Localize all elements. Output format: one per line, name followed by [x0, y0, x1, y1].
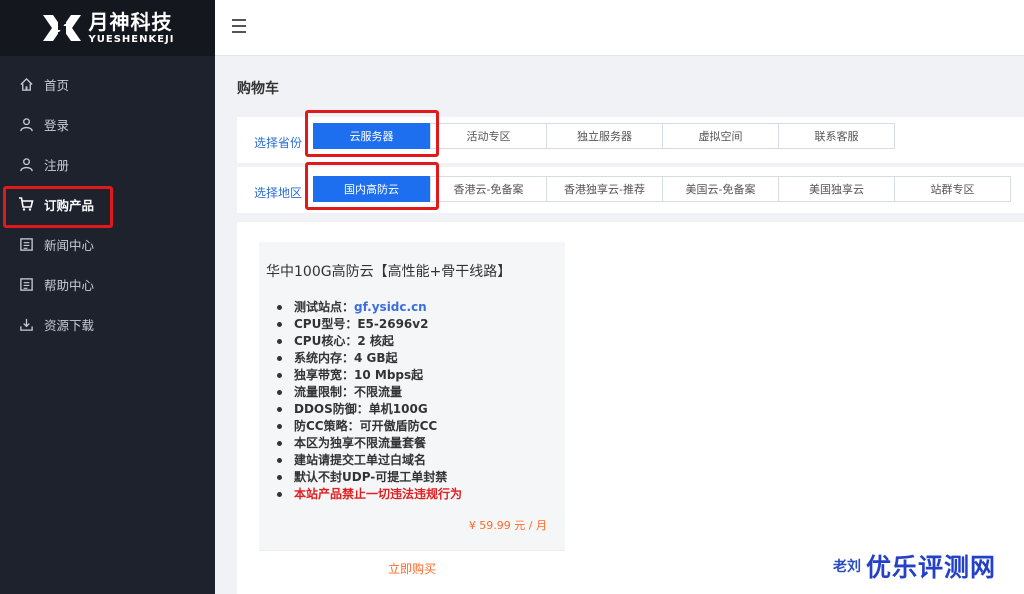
spec-key: 防CC策略：: [294, 419, 360, 433]
page-title: 购物车: [237, 81, 279, 97]
tab-site-cluster[interactable]: 站群专区: [894, 176, 1011, 202]
tab-hk-dedicated-cloud[interactable]: 香港独享云-推荐: [546, 176, 663, 202]
tab-us-dedicated-cloud[interactable]: 美国独享云: [778, 176, 895, 202]
product-title: 华中100G高防云【高性能+骨干线路】: [266, 264, 512, 280]
watermark: 优乐评测网: [865, 552, 997, 583]
sidebar-nav: 首页 登录 注册 订购产品 新闻中心 帮助中心 资源下载: [0, 64, 215, 344]
tab-promotions[interactable]: 活动专区: [430, 123, 547, 149]
tab-cloud-server[interactable]: 云服务器: [313, 123, 430, 149]
province-label: 选择省份: [254, 136, 303, 150]
user-add-icon: [18, 156, 34, 172]
list-item: 默认不封UDP-可提工单封禁: [277, 469, 462, 486]
list-item: 测试站点： gf.ysidc.cn: [277, 299, 462, 316]
product-card: 华中100G高防云【高性能+骨干线路】 测试站点： gf.ysidc.cn CPU…: [259, 242, 565, 586]
spec-value: 本区为独享不限流量套餐: [294, 436, 427, 450]
brand-mark-icon: [42, 15, 81, 41]
spec-value: 不限流量: [354, 385, 403, 399]
spec-value: 单机100G: [368, 402, 428, 416]
sidebar-item-label: 订购产品: [44, 197, 95, 213]
tab-dedicated-server[interactable]: 独立服务器: [546, 123, 663, 149]
sidebar-item-label: 资源下载: [44, 317, 95, 333]
product-price: ¥ 59.99 元 / 月: [468, 519, 547, 532]
sidebar-item-label: 帮助中心: [44, 277, 95, 293]
spec-value: 4 GB起: [354, 351, 398, 365]
sidebar-item-register[interactable]: 注册: [0, 144, 215, 184]
sidebar-item-help[interactable]: 帮助中心: [0, 264, 215, 304]
spec-key: 系统内存：: [294, 351, 355, 365]
brand-name-en: YUESHENKEJI: [88, 33, 175, 45]
buy-now-button[interactable]: 立即购买: [259, 550, 565, 586]
sidebar-item-order-products[interactable]: 订购产品: [0, 184, 215, 228]
region-label: 选择地区: [254, 186, 303, 200]
user-icon: [18, 116, 34, 132]
product-area: 华中100G高防云【高性能+骨干线路】 测试站点： gf.ysidc.cn CPU…: [237, 222, 1024, 594]
list-item: 防CC策略： 可开傲盾防CC: [277, 418, 462, 435]
list-item: 本区为独享不限流量套餐: [277, 435, 462, 452]
tab-us-cloud[interactable]: 美国云-免备案: [662, 176, 779, 202]
menu-toggle-icon[interactable]: [232, 19, 246, 33]
sidebar: 月神科技 YUESHENKEJI 首页 登录 注册 订购产品 新闻中心 帮助中心…: [0, 0, 215, 594]
list-item: 建站请提交工单过白域名: [277, 452, 462, 469]
sidebar-item-home[interactable]: 首页: [0, 64, 215, 104]
policy-warning: 本站产品禁止一切违法违规行为: [294, 487, 463, 501]
brand-name-cn: 月神科技: [88, 9, 173, 34]
sidebar-item-news[interactable]: 新闻中心: [0, 224, 215, 264]
spec-value: 可开傲盾防CC: [359, 419, 438, 433]
spec-value: 默认不封UDP-可提工单封禁: [294, 470, 448, 484]
tab-virtual-hosting[interactable]: 虚拟空间: [662, 123, 779, 149]
tab-hk-cloud[interactable]: 香港云-免备案: [430, 176, 547, 202]
sidebar-item-label: 新闻中心: [44, 237, 95, 253]
sidebar-item-label: 首页: [44, 77, 70, 93]
home-icon: [18, 76, 34, 92]
spec-key: DDOS防御：: [294, 402, 369, 416]
spec-value: 建站请提交工单过白域名: [294, 453, 427, 467]
spec-key: 流量限制：: [294, 385, 355, 399]
sidebar-item-label: 登录: [44, 117, 70, 133]
province-filter: 选择省份 云服务器 活动专区 独立服务器 虚拟空间 联系客服: [237, 117, 1024, 163]
sidebar-item-label: 注册: [44, 157, 70, 173]
list-item: CPU型号： E5-2696v2: [277, 316, 462, 333]
sidebar-item-downloads[interactable]: 资源下载: [0, 304, 215, 344]
spec-list: 测试站点： gf.ysidc.cn CPU型号： E5-2696v2 CPU核心： 2…: [277, 299, 462, 503]
spec-key: CPU型号：: [294, 317, 358, 331]
spec-key: 独享带宽：: [294, 368, 355, 382]
list-item: 本站产品禁止一切违法违规行为: [277, 486, 462, 503]
list-item: 独享带宽： 10 Mbps起: [277, 367, 462, 384]
region-filter: 选择地区 国内高防云 香港云-免备案 香港独享云-推荐 美国云-免备案 美国独享…: [237, 167, 1024, 213]
list-item: DDOS防御： 单机100G: [277, 401, 462, 418]
spec-value: 2 核起: [357, 334, 394, 348]
list-item: 系统内存： 4 GB起: [277, 350, 462, 367]
brand-logo[interactable]: 月神科技 YUESHENKEJI: [0, 0, 215, 56]
spec-key: CPU核心：: [294, 334, 358, 348]
list-item: CPU核心： 2 核起: [277, 333, 462, 350]
spec-value: 10 Mbps起: [354, 368, 424, 382]
tab-contact-support[interactable]: 联系客服: [778, 123, 895, 149]
footer-partial-text: 老刘: [833, 559, 861, 575]
download-icon: [18, 316, 34, 332]
test-site-link[interactable]: gf.ysidc.cn: [354, 299, 427, 316]
sidebar-item-login[interactable]: 登录: [0, 104, 215, 144]
spec-key: 测试站点：: [294, 300, 355, 314]
tab-domestic-ddos-cloud[interactable]: 国内高防云: [313, 176, 430, 202]
cart-icon: [18, 196, 34, 212]
top-bar: [215, 0, 1024, 56]
spec-value: E5-2696v2: [357, 317, 429, 331]
help-icon: [18, 276, 34, 292]
news-icon: [18, 236, 34, 252]
list-item: 流量限制： 不限流量: [277, 384, 462, 401]
